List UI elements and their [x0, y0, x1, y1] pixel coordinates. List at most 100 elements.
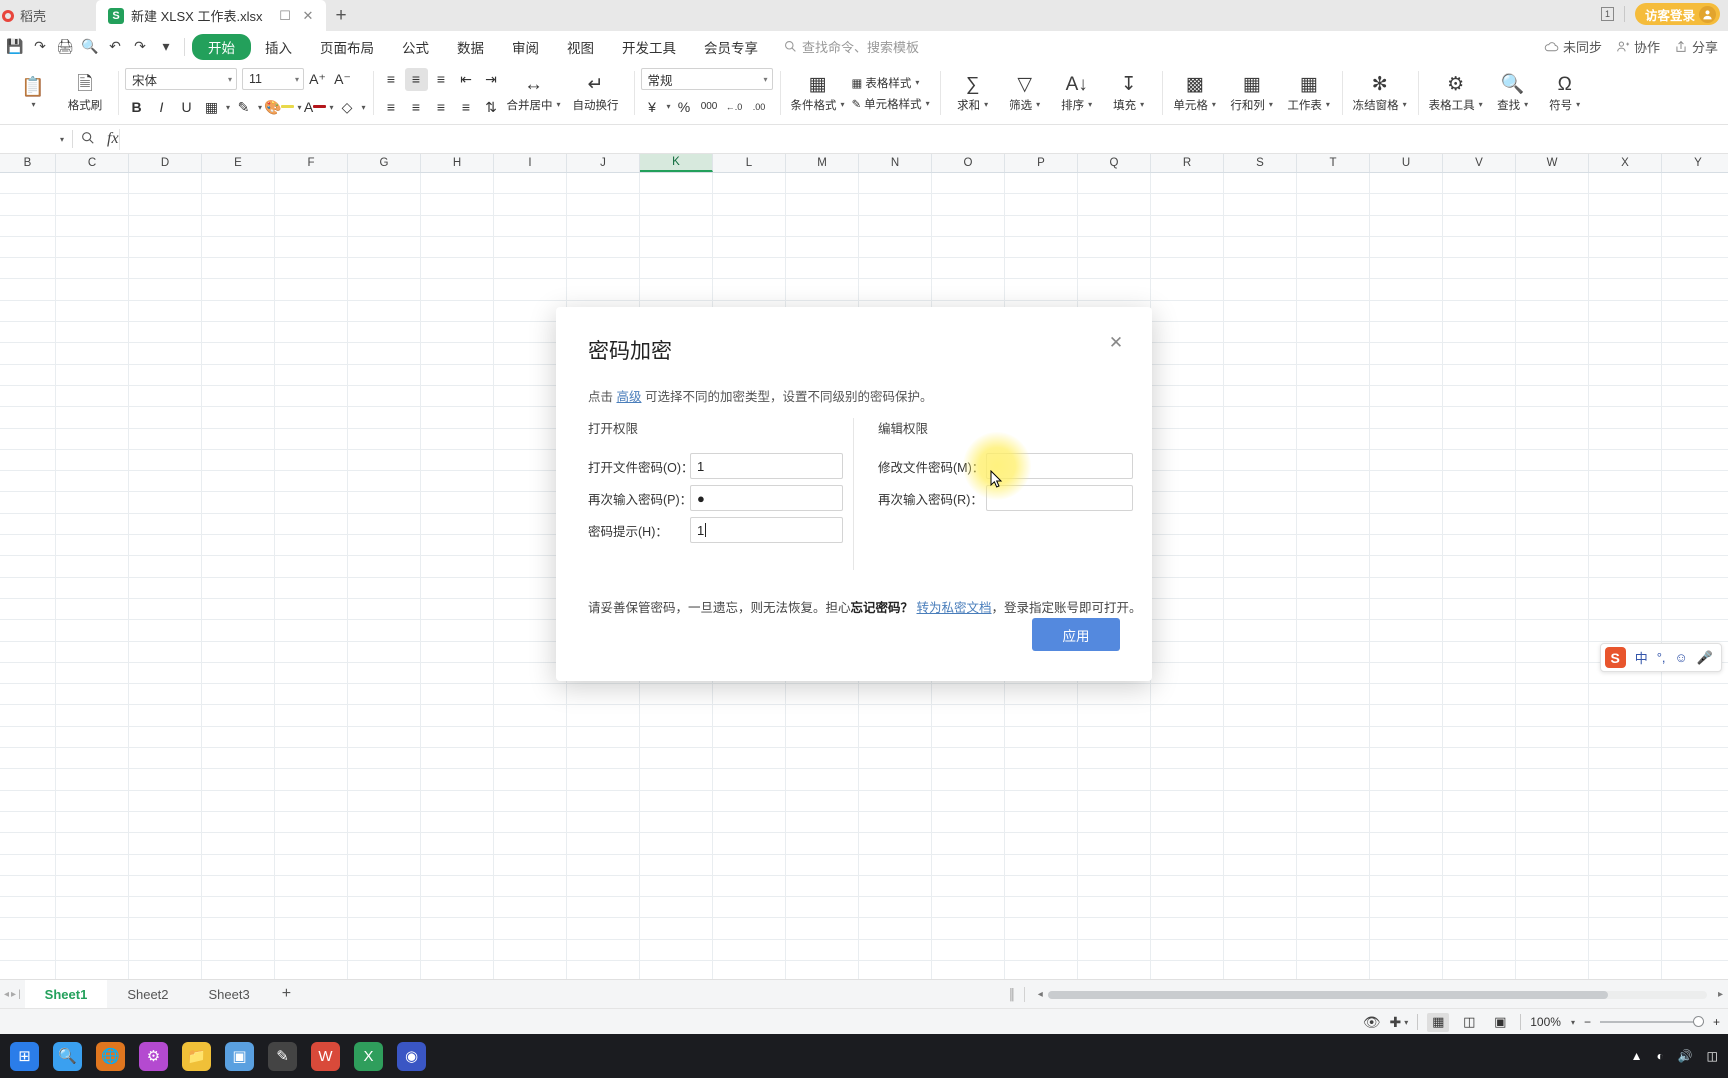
grid-cell[interactable]: [56, 343, 129, 364]
grid-cell[interactable]: [348, 960, 421, 979]
grid-cell[interactable]: [56, 300, 129, 322]
grid-cell[interactable]: [348, 769, 421, 790]
grid-cell[interactable]: [1224, 343, 1297, 364]
grid-cell[interactable]: [129, 513, 202, 535]
grid-cell[interactable]: [129, 897, 202, 918]
grid-cell[interactable]: [1662, 769, 1728, 789]
column-header-Y[interactable]: Y: [1662, 154, 1728, 172]
tab-preview-icon[interactable]: ☐: [277, 8, 293, 24]
grid-cell[interactable]: [421, 918, 494, 939]
column-header-R[interactable]: R: [1151, 154, 1224, 172]
grid-cell[interactable]: [56, 236, 129, 258]
grid-cell[interactable]: [1589, 258, 1662, 279]
wrap-text-button[interactable]: ↵ 自动换行: [565, 64, 627, 122]
grid-row[interactable]: [0, 833, 1728, 855]
grid-cell[interactable]: [275, 875, 348, 897]
grid-cell[interactable]: [348, 705, 421, 726]
grid-cell[interactable]: [1224, 897, 1297, 918]
grid-cell[interactable]: [348, 194, 421, 215]
guest-login-button[interactable]: 访客登录: [1634, 3, 1720, 25]
grid-cell[interactable]: [1151, 535, 1224, 556]
grid-cell[interactable]: [202, 833, 275, 854]
grid-cell[interactable]: [932, 173, 1005, 194]
grid-cell[interactable]: [1589, 215, 1662, 236]
grid-cell[interactable]: [1078, 279, 1151, 300]
grid-cell[interactable]: [494, 811, 567, 833]
grid-cell[interactable]: [0, 364, 56, 385]
grid-cell[interactable]: [1005, 854, 1078, 875]
grid-cell[interactable]: [1151, 833, 1224, 854]
grid-cell[interactable]: [1370, 236, 1443, 258]
grid-cell[interactable]: [859, 173, 932, 194]
zoom-slider-knob[interactable]: [1692, 1016, 1704, 1027]
grid-cell[interactable]: [202, 620, 275, 641]
grid-cell[interactable]: [421, 364, 494, 385]
grid-cell[interactable]: [0, 854, 56, 875]
grid-cell[interactable]: [1516, 769, 1589, 790]
grid-cell[interactable]: [1224, 449, 1297, 471]
page-break-view-button[interactable]: ▣: [1489, 1013, 1511, 1032]
grid-cell[interactable]: [421, 833, 494, 854]
ime-toolbar[interactable]: S 中 °, ☺ 🎤: [1599, 643, 1722, 672]
grid-cell[interactable]: [713, 854, 786, 875]
column-header-U[interactable]: U: [1370, 154, 1443, 172]
grid-cell[interactable]: [1516, 939, 1589, 960]
grid-cell[interactable]: [421, 449, 494, 471]
grid-cell[interactable]: [1589, 854, 1662, 875]
open-password-input[interactable]: 1: [690, 453, 843, 479]
grid-cell[interactable]: [275, 598, 348, 620]
grid-cell[interactable]: [348, 322, 421, 343]
grid-cell[interactable]: [0, 748, 56, 769]
grid-cell[interactable]: [202, 598, 275, 620]
grid-cell[interactable]: [1297, 748, 1370, 769]
grid-cell[interactable]: [1224, 471, 1297, 492]
grid-cell[interactable]: [129, 918, 202, 939]
grid-cell[interactable]: [129, 854, 202, 875]
grid-cell[interactable]: [1443, 897, 1516, 918]
align-center-icon[interactable]: ≡: [405, 96, 428, 119]
grid-cell[interactable]: [567, 684, 640, 705]
grid-cell[interactable]: [1662, 705, 1728, 725]
grid-cell[interactable]: [494, 705, 567, 726]
grid-cell[interactable]: [56, 769, 129, 790]
grid-cell[interactable]: [1443, 620, 1516, 641]
grid-cell[interactable]: [348, 492, 421, 513]
grid-cell[interactable]: [1370, 343, 1443, 364]
grid-cell[interactable]: [129, 960, 202, 979]
grid-cell[interactable]: [859, 854, 932, 875]
tab-insert[interactable]: 插入: [251, 34, 306, 60]
fill-color-icon[interactable]: 🎨: [264, 96, 295, 119]
grid-cell[interactable]: [932, 684, 1005, 705]
grid-cell[interactable]: [1151, 620, 1224, 641]
grid-cell[interactable]: [1589, 726, 1662, 748]
grid-cell[interactable]: [1516, 811, 1589, 833]
grid-cell[interactable]: [1516, 833, 1589, 854]
grid-cell[interactable]: [129, 620, 202, 641]
ime-emoji-icon[interactable]: ☺: [1675, 650, 1688, 665]
grid-cell[interactable]: [494, 854, 567, 875]
grid-cell[interactable]: [1078, 173, 1151, 194]
taskbar-store-icon[interactable]: ▣: [225, 1041, 254, 1071]
grid-cell[interactable]: [859, 939, 932, 960]
fill-color-caret-icon[interactable]: ▾: [297, 103, 301, 112]
decrease-font-size-icon[interactable]: A⁻: [331, 68, 354, 91]
grid-cell[interactable]: [1443, 833, 1516, 854]
grid-cell[interactable]: [1370, 769, 1443, 790]
grid-cell[interactable]: [1370, 960, 1443, 979]
grid-cell[interactable]: [202, 513, 275, 535]
grid-cell[interactable]: [275, 215, 348, 236]
tray-battery-icon[interactable]: ◫: [1707, 1049, 1718, 1063]
grid-cell[interactable]: [129, 939, 202, 960]
grid-cell[interactable]: [932, 705, 1005, 726]
grid-cell[interactable]: [1370, 556, 1443, 577]
grid-cell[interactable]: [1516, 684, 1589, 705]
grid-cell[interactable]: [1370, 577, 1443, 598]
grid-cell[interactable]: [0, 194, 56, 215]
grid-cell[interactable]: [56, 258, 129, 279]
sheet-nav-first-icon[interactable]: ◂: [4, 989, 9, 1000]
grid-cell[interactable]: [202, 343, 275, 364]
grid-cell[interactable]: [1224, 194, 1297, 215]
grid-cell[interactable]: [129, 385, 202, 407]
grid-cell[interactable]: [1078, 854, 1151, 875]
grid-cell[interactable]: [859, 918, 932, 939]
